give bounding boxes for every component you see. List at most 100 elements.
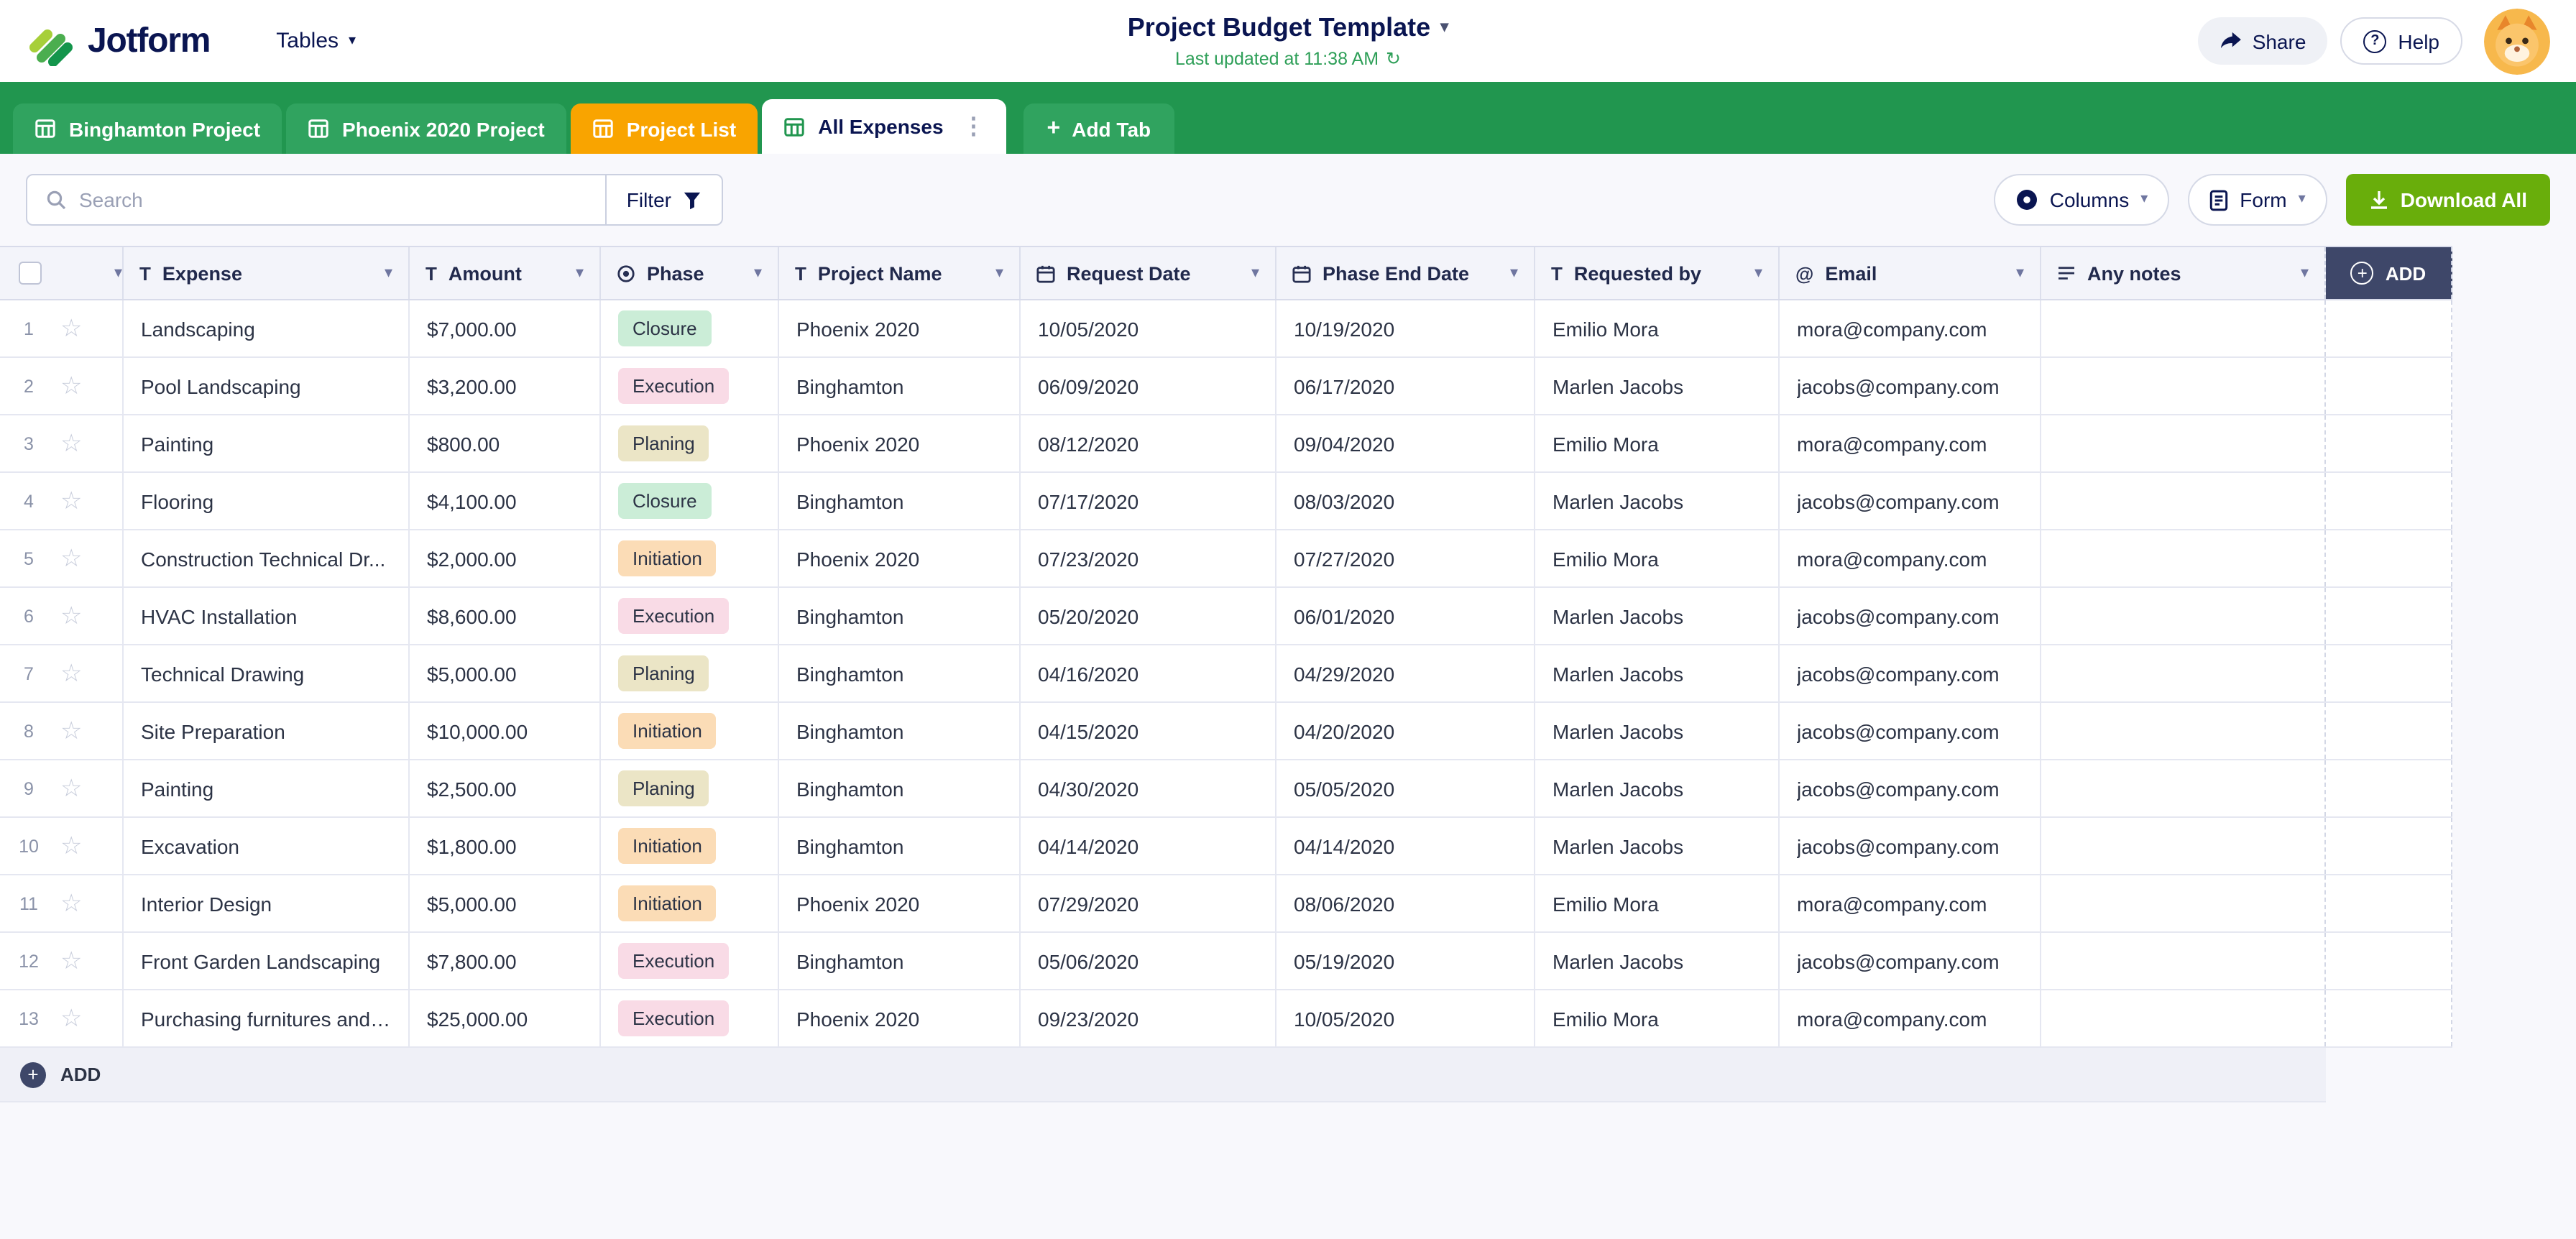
tab-phoenix-2020-project[interactable]: Phoenix 2020 Project — [286, 103, 566, 154]
cell-phase-end-date[interactable]: 10/05/2020 — [1276, 990, 1535, 1046]
cell-project-name[interactable]: Binghamton — [779, 645, 1021, 701]
share-button[interactable]: Share — [2198, 17, 2328, 65]
cell-expense[interactable]: Front Garden Landscaping — [124, 933, 410, 989]
cell-expense[interactable]: Painting — [124, 760, 410, 816]
star-icon[interactable]: ☆ — [60, 1006, 83, 1031]
cell-any-notes[interactable] — [2041, 875, 2326, 931]
tab-binghamton-project[interactable]: Binghamton Project — [13, 103, 282, 154]
cell-amount[interactable]: $5,000.00 — [410, 645, 601, 701]
row-header[interactable]: 6 ☆ — [0, 588, 124, 644]
chevron-down-icon[interactable]: ▾ — [1754, 265, 1762, 281]
cell-phase-end-date[interactable]: 08/06/2020 — [1276, 875, 1535, 931]
cell-phase[interactable]: Initiation — [601, 530, 779, 586]
cell-add-column[interactable] — [2326, 473, 2452, 529]
columns-button[interactable]: Columns ▾ — [1994, 174, 2170, 226]
row-header[interactable]: 8 ☆ — [0, 703, 124, 759]
cell-request-date[interactable]: 04/30/2020 — [1021, 760, 1276, 816]
cell-request-date[interactable]: 04/15/2020 — [1021, 703, 1276, 759]
cell-amount[interactable]: $4,100.00 — [410, 473, 601, 529]
column-header-email[interactable]: @ Email ▾ — [1780, 247, 2041, 299]
jotform-logo[interactable]: Jotform — [26, 17, 210, 65]
cell-requested-by[interactable]: Marlen Jacobs — [1535, 645, 1780, 701]
refresh-icon[interactable]: ↻ — [1386, 47, 1401, 69]
cell-amount[interactable]: $7,800.00 — [410, 933, 601, 989]
cell-amount[interactable]: $25,000.00 — [410, 990, 601, 1046]
cell-phase-end-date[interactable]: 05/19/2020 — [1276, 933, 1535, 989]
cell-any-notes[interactable] — [2041, 473, 2326, 529]
title-chevron-down-icon[interactable]: ▾ — [1440, 20, 1448, 36]
cell-add-column[interactable] — [2326, 300, 2452, 356]
cell-requested-by[interactable]: Marlen Jacobs — [1535, 358, 1780, 414]
user-avatar[interactable] — [2484, 8, 2550, 74]
cell-amount[interactable]: $8,600.00 — [410, 588, 601, 644]
cell-any-notes[interactable] — [2041, 703, 2326, 759]
cell-requested-by[interactable]: Marlen Jacobs — [1535, 818, 1780, 874]
cell-expense[interactable]: Pool Landscaping — [124, 358, 410, 414]
cell-phase-end-date[interactable]: 08/03/2020 — [1276, 473, 1535, 529]
chevron-down-icon[interactable]: ▾ — [754, 265, 762, 281]
chevron-down-icon[interactable]: ▾ — [576, 265, 584, 281]
cell-add-column[interactable] — [2326, 933, 2452, 989]
cell-add-column[interactable] — [2326, 588, 2452, 644]
star-icon[interactable]: ☆ — [60, 374, 83, 398]
cell-amount[interactable]: $2,500.00 — [410, 760, 601, 816]
tab-project-list[interactable]: Project List — [571, 103, 758, 154]
cell-email[interactable]: jacobs@company.com — [1780, 760, 2041, 816]
cell-requested-by[interactable]: Emilio Mora — [1535, 300, 1780, 356]
cell-request-date[interactable]: 04/14/2020 — [1021, 818, 1276, 874]
row-header[interactable]: 2 ☆ — [0, 358, 124, 414]
cell-phase[interactable]: Planing — [601, 415, 779, 471]
cell-email[interactable]: mora@company.com — [1780, 875, 2041, 931]
cell-amount[interactable]: $7,000.00 — [410, 300, 601, 356]
star-icon[interactable]: ☆ — [60, 719, 83, 743]
form-button[interactable]: Form ▾ — [2188, 174, 2327, 226]
chevron-down-icon[interactable]: ▾ — [1251, 265, 1259, 281]
chevron-down-icon[interactable]: ▾ — [2301, 265, 2309, 281]
star-icon[interactable]: ☆ — [60, 316, 83, 341]
cell-phase[interactable]: Planing — [601, 760, 779, 816]
row-header[interactable]: 12 ☆ — [0, 933, 124, 989]
column-header-requested-by[interactable]: T Requested by ▾ — [1535, 247, 1780, 299]
star-icon[interactable]: ☆ — [60, 604, 83, 628]
cell-request-date[interactable]: 08/12/2020 — [1021, 415, 1276, 471]
cell-requested-by[interactable]: Emilio Mora — [1535, 530, 1780, 586]
cell-request-date[interactable]: 05/06/2020 — [1021, 933, 1276, 989]
star-icon[interactable]: ☆ — [60, 834, 83, 858]
star-icon[interactable]: ☆ — [60, 489, 83, 513]
cell-requested-by[interactable]: Marlen Jacobs — [1535, 760, 1780, 816]
cell-project-name[interactable]: Phoenix 2020 — [779, 415, 1021, 471]
cell-request-date[interactable]: 05/20/2020 — [1021, 588, 1276, 644]
cell-any-notes[interactable] — [2041, 990, 2326, 1046]
cell-any-notes[interactable] — [2041, 415, 2326, 471]
cell-project-name[interactable]: Phoenix 2020 — [779, 530, 1021, 586]
search-input[interactable] — [79, 188, 586, 211]
cell-email[interactable]: mora@company.com — [1780, 530, 2041, 586]
cell-amount[interactable]: $800.00 — [410, 415, 601, 471]
cell-amount[interactable]: $10,000.00 — [410, 703, 601, 759]
row-header[interactable]: 11 ☆ — [0, 875, 124, 931]
column-header-project-name[interactable]: T Project Name ▾ — [779, 247, 1021, 299]
cell-email[interactable]: jacobs@company.com — [1780, 588, 2041, 644]
cell-phase[interactable]: Initiation — [601, 703, 779, 759]
cell-project-name[interactable]: Binghamton — [779, 588, 1021, 644]
chevron-down-icon[interactable]: ▾ — [1510, 265, 1518, 281]
cell-email[interactable]: jacobs@company.com — [1780, 933, 2041, 989]
column-header-phase[interactable]: Phase ▾ — [601, 247, 779, 299]
cell-add-column[interactable] — [2326, 875, 2452, 931]
cell-project-name[interactable]: Binghamton — [779, 933, 1021, 989]
cell-project-name[interactable]: Binghamton — [779, 760, 1021, 816]
select-all-checkbox[interactable] — [19, 262, 42, 285]
cell-add-column[interactable] — [2326, 818, 2452, 874]
column-header-expense[interactable]: T Expense ▾ — [124, 247, 410, 299]
row-header[interactable]: 9 ☆ — [0, 760, 124, 816]
cell-any-notes[interactable] — [2041, 818, 2326, 874]
filter-button[interactable]: Filter — [605, 175, 722, 224]
cell-expense[interactable]: Interior Design — [124, 875, 410, 931]
cell-email[interactable]: jacobs@company.com — [1780, 645, 2041, 701]
cell-request-date[interactable]: 09/23/2020 — [1021, 990, 1276, 1046]
cell-email[interactable]: jacobs@company.com — [1780, 818, 2041, 874]
cell-email[interactable]: jacobs@company.com — [1780, 703, 2041, 759]
cell-add-column[interactable] — [2326, 358, 2452, 414]
cell-phase[interactable]: Initiation — [601, 818, 779, 874]
help-button[interactable]: ? Help — [2340, 17, 2462, 65]
